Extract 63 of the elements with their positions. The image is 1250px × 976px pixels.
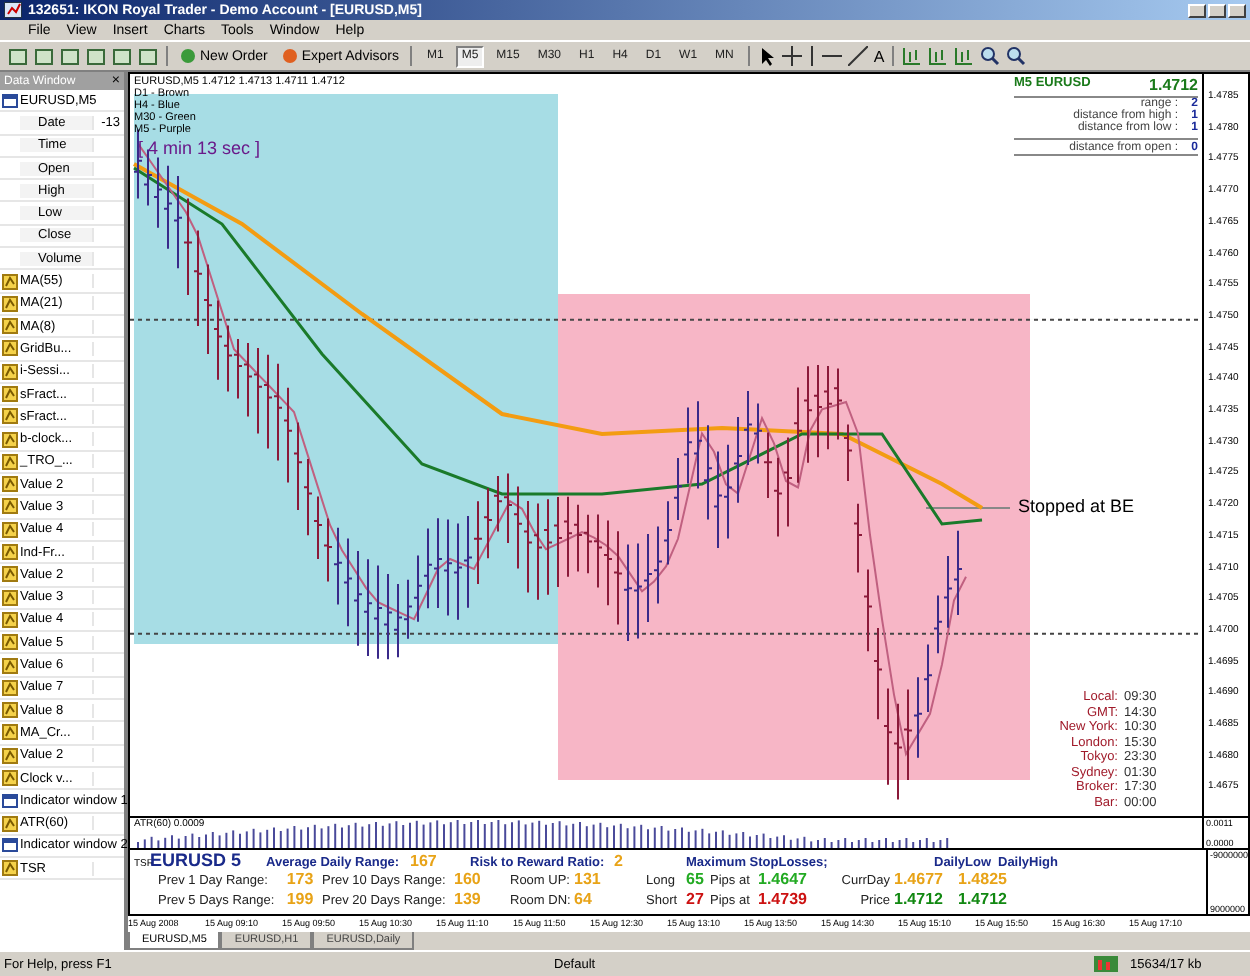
price-value: 1.4712 <box>1149 76 1198 94</box>
minimize-button[interactable] <box>1188 3 1206 17</box>
indicator-icon <box>2 770 18 787</box>
text-tool[interactable]: A <box>873 47 885 65</box>
stat-value: 167 <box>410 852 439 870</box>
indicator-icon <box>2 363 18 380</box>
bar-timer: [ 4 min 13 sec ] <box>138 138 261 158</box>
stat-value: 1.4739 <box>758 889 809 907</box>
stat-value: 1.4677 <box>894 870 945 888</box>
toolbar-button-icon <box>180 48 196 64</box>
stat-value: 131 <box>574 870 603 888</box>
indicator-icon <box>2 386 18 402</box>
chart-annotation: Stopped at BE <box>1018 496 1135 516</box>
chart-type-icon[interactable] <box>928 46 949 66</box>
stat-value: 199 <box>284 889 316 907</box>
stat-value: 1.4825 <box>958 870 1009 888</box>
stat-value: 160 <box>454 870 483 888</box>
indicator-icon <box>2 589 18 606</box>
chart-type-icon[interactable] <box>954 46 975 66</box>
connection-icon <box>1094 956 1118 972</box>
crosshair-icon[interactable] <box>781 46 802 66</box>
indicator-icon <box>2 815 18 832</box>
app-icon <box>4 2 22 18</box>
indicator-icon <box>2 679 18 696</box>
indicator-icon <box>2 724 18 741</box>
indicator-icon <box>2 860 18 877</box>
indicator-icon <box>2 273 18 290</box>
indicator-icon <box>2 318 18 335</box>
indicator-icon <box>2 657 18 674</box>
indicator-icon <box>2 340 18 357</box>
indicator-icon <box>2 498 18 515</box>
chart-type-icon[interactable] <box>902 46 923 66</box>
stat-value: 2 <box>614 852 625 870</box>
indicator-icon <box>2 702 18 719</box>
cursor-icon[interactable] <box>757 46 776 66</box>
stat-value: 173 <box>284 870 316 888</box>
indicator-icon <box>2 453 18 470</box>
indicator-icon <box>2 634 18 651</box>
zoom-icon[interactable] <box>1006 46 1027 66</box>
indicator-icon <box>2 544 18 561</box>
symbol-title: EURUSD 5 <box>150 850 244 870</box>
toolbar-button-icon <box>281 48 298 64</box>
trend-line-icon[interactable] <box>847 46 868 66</box>
maximize-button[interactable] <box>1208 3 1226 17</box>
indicator-icon <box>2 521 18 538</box>
stat-value: 27 <box>686 889 706 907</box>
indicator-icon <box>2 566 18 583</box>
stat-value: 1.4712 <box>894 889 945 907</box>
stat-value: 64 <box>574 889 594 907</box>
indicator-icon <box>2 476 18 493</box>
horizontal-line-icon[interactable] <box>821 52 842 60</box>
indicator-icon <box>2 408 18 425</box>
zoom-icon[interactable] <box>980 46 1001 66</box>
vertical-line-icon[interactable] <box>807 46 816 66</box>
indicator-icon <box>2 611 18 628</box>
indicator-icon <box>2 295 18 312</box>
indicator-icon <box>2 431 18 448</box>
stat-value: 1.4647 <box>758 870 809 888</box>
indicator-icon <box>2 747 18 764</box>
close-button[interactable] <box>1228 3 1246 17</box>
stat-value: 139 <box>454 889 483 907</box>
stat-value: 1.4712 <box>958 889 1009 907</box>
stat-value: 65 <box>686 870 706 888</box>
